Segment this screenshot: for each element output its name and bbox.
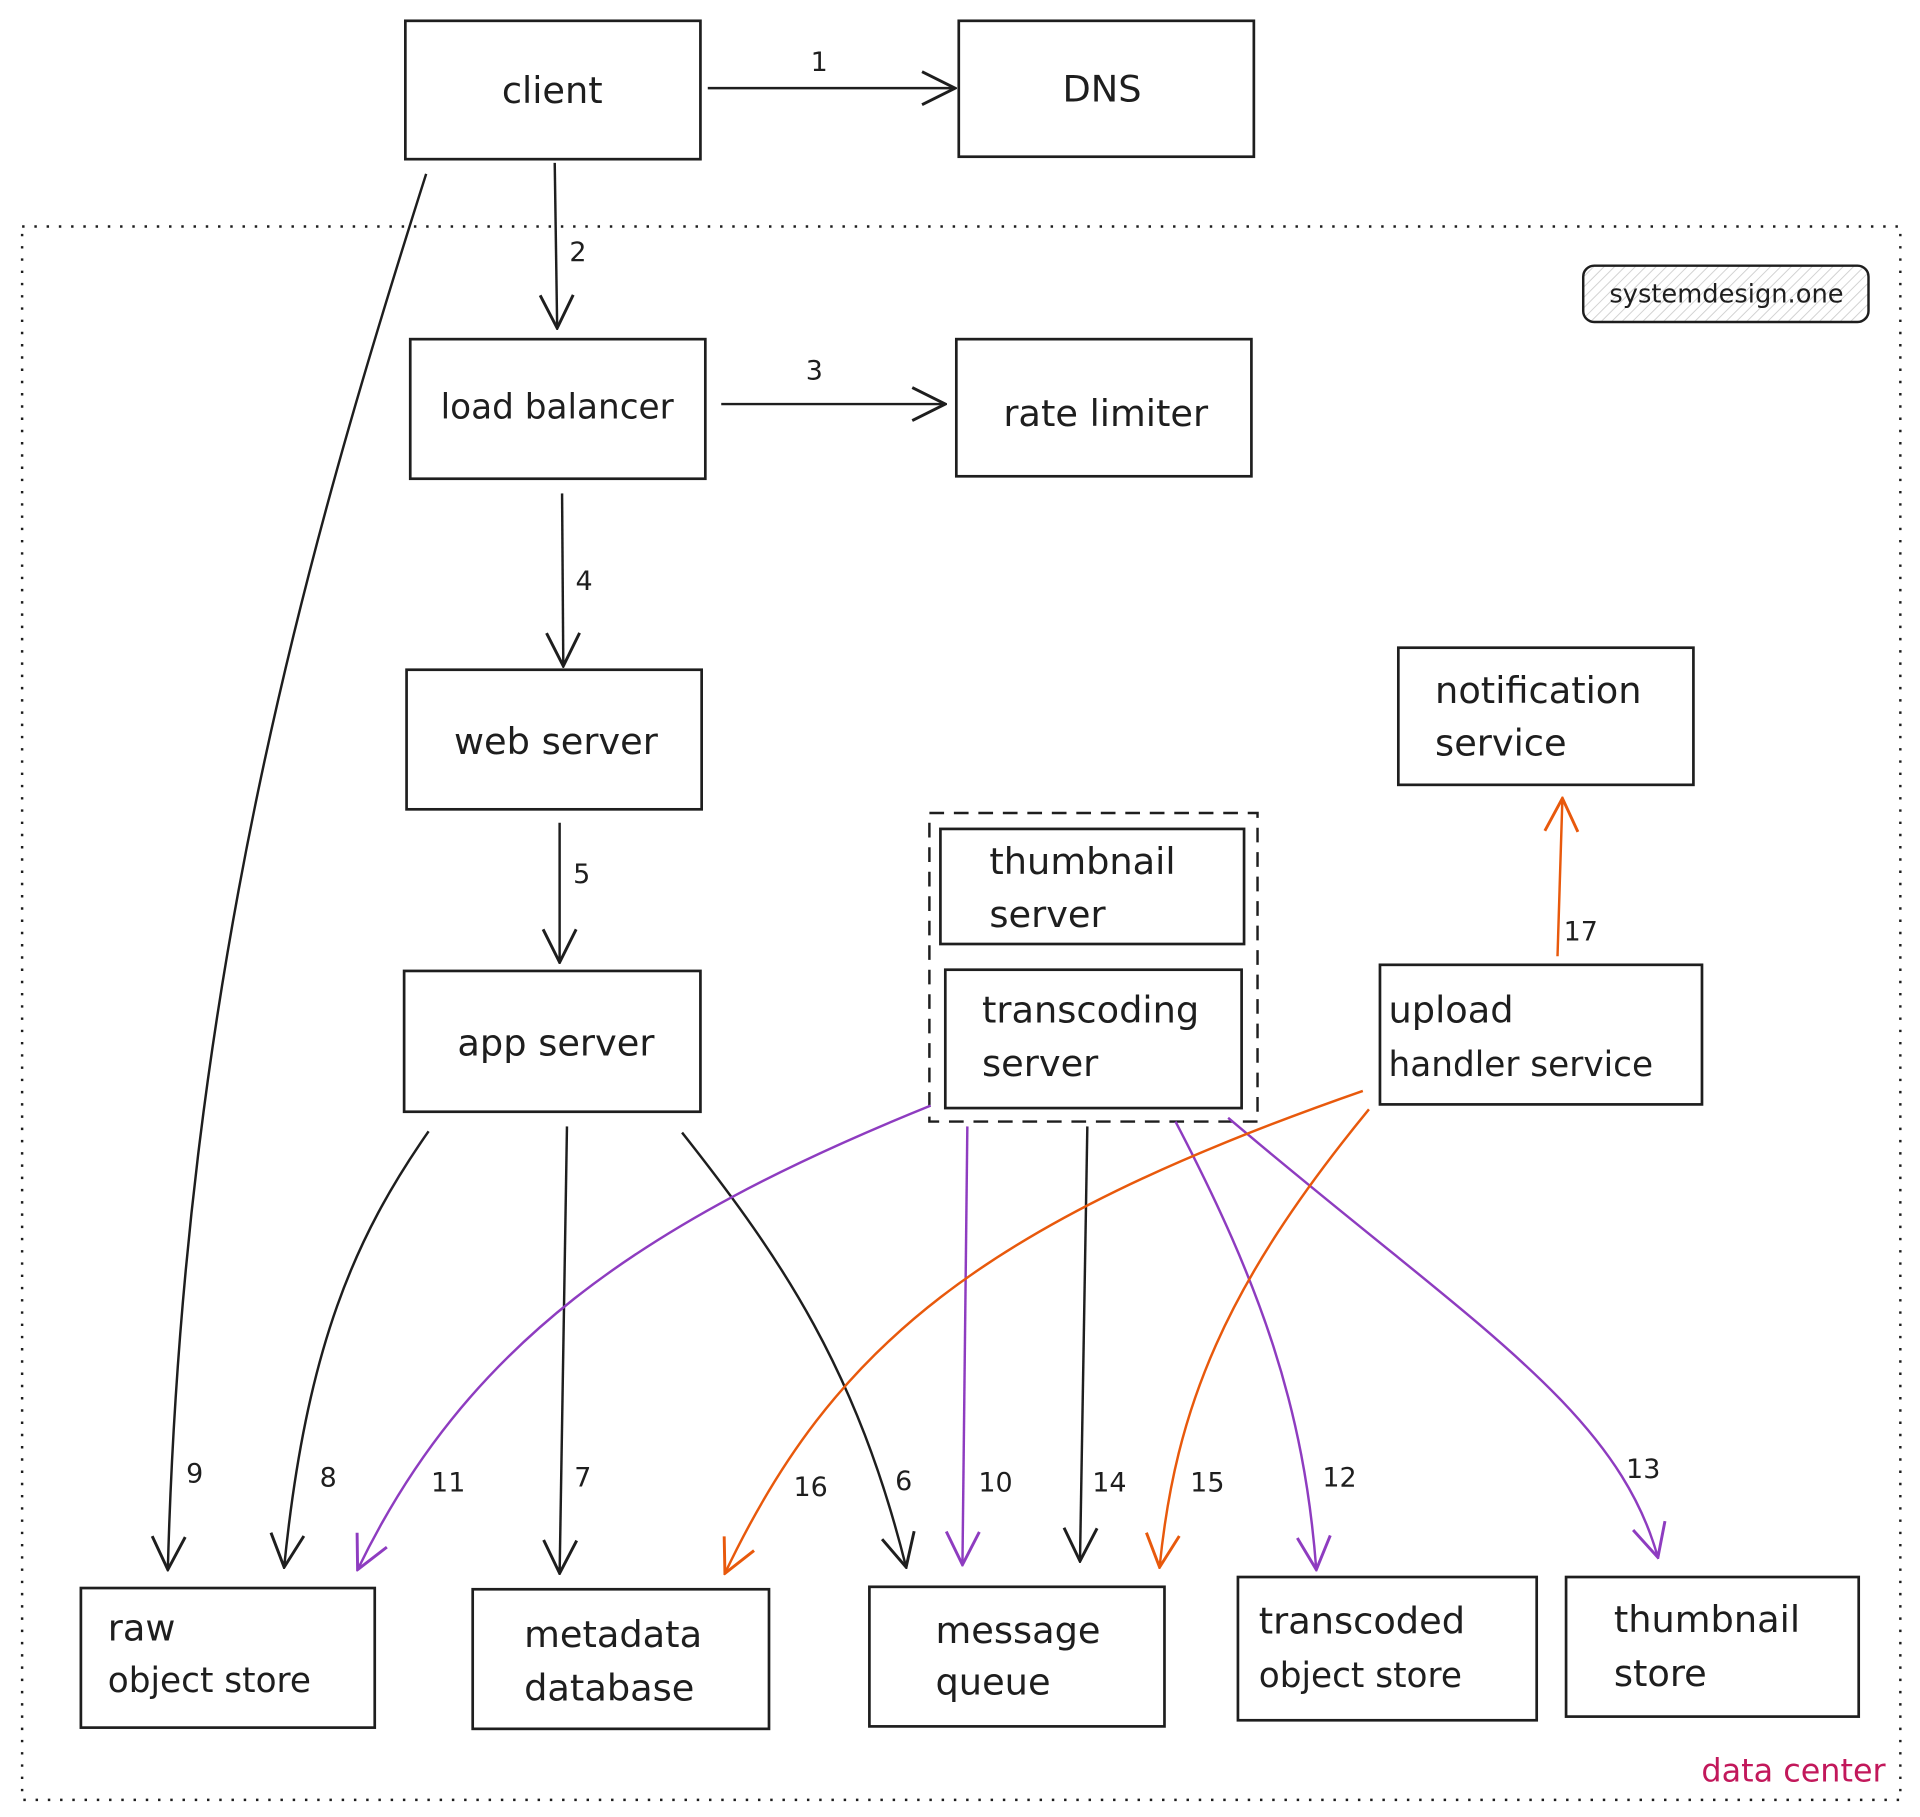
- edge-label-6: 6: [895, 1466, 912, 1497]
- node-label: load balancer: [441, 388, 675, 428]
- node-label: rate limiter: [1003, 392, 1209, 435]
- edge-8: [284, 1130, 430, 1567]
- edge-2: [555, 162, 557, 328]
- system-diagram: data center systemdesign.one 1 2 3 4 5 6…: [20, 19, 1902, 1802]
- node-thumbnail-server: thumbnail server: [939, 827, 1246, 946]
- node-label: message: [936, 1609, 1101, 1652]
- node-label: transcoding: [982, 988, 1199, 1031]
- badge-text: systemdesign.one: [1609, 279, 1843, 309]
- edge-label-1: 1: [811, 47, 828, 78]
- node-metadata-database: metadata database: [471, 1587, 771, 1731]
- node-label: service: [1435, 721, 1567, 764]
- edge-label-10: 10: [978, 1467, 1012, 1498]
- node-label: DNS: [1062, 68, 1141, 111]
- node-label: server: [989, 893, 1106, 936]
- node-notification-service: notification service: [1396, 646, 1695, 787]
- node-label: handler service: [1389, 1045, 1654, 1085]
- edge-label-4: 4: [576, 566, 593, 597]
- node-label: database: [524, 1667, 694, 1710]
- edge-4: [562, 493, 563, 666]
- edge-17: [1558, 798, 1563, 957]
- edge-label-7: 7: [574, 1462, 591, 1493]
- edge-9: [168, 173, 428, 1570]
- node-label: transcoded: [1259, 1599, 1465, 1642]
- edge-13: [1227, 1116, 1658, 1558]
- edge-10: [962, 1126, 967, 1564]
- node-label: app server: [457, 1021, 655, 1064]
- edge-12: [1174, 1120, 1316, 1570]
- node-client: client: [404, 19, 702, 161]
- node-app-server: app server: [402, 969, 702, 1114]
- edge-label-11: 11: [431, 1467, 465, 1498]
- node-dns: DNS: [957, 19, 1256, 159]
- edge-label-17: 17: [1564, 916, 1598, 947]
- node-label: object store: [1259, 1656, 1462, 1696]
- edge-15: [1160, 1108, 1370, 1567]
- node-label: thumbnail: [1614, 1598, 1800, 1641]
- edge-label-3: 3: [806, 356, 823, 387]
- edge-label-2: 2: [569, 237, 586, 268]
- edge-14: [1080, 1126, 1087, 1561]
- edge-label-5: 5: [573, 859, 590, 890]
- edge-label-14: 14: [1092, 1467, 1126, 1498]
- systemdesign-badge: systemdesign.one: [1581, 264, 1870, 324]
- edge-label-8: 8: [320, 1462, 337, 1493]
- node-label: queue: [936, 1661, 1051, 1704]
- node-transcoded-object-store: transcoded object store: [1236, 1575, 1539, 1722]
- node-thumbnail-store: thumbnail store: [1564, 1575, 1861, 1718]
- node-web-server: web server: [405, 668, 703, 811]
- node-label: store: [1614, 1652, 1707, 1695]
- node-label: raw: [108, 1607, 176, 1650]
- node-label: client: [502, 69, 603, 112]
- node-upload-handler-service: upload handler service: [1378, 963, 1704, 1106]
- edge-label-16: 16: [793, 1472, 827, 1503]
- edge-label-12: 12: [1322, 1462, 1356, 1493]
- data-center-label: data center: [1701, 1751, 1886, 1789]
- node-raw-object-store: raw object store: [79, 1586, 377, 1729]
- edge-7: [560, 1126, 567, 1573]
- node-label: thumbnail: [989, 840, 1175, 883]
- edge-label-15: 15: [1190, 1467, 1224, 1498]
- node-load-balancer: load balancer: [408, 337, 707, 481]
- node-transcoding-server: transcoding server: [943, 968, 1243, 1110]
- node-label: metadata: [524, 1613, 702, 1656]
- edge-label-9: 9: [186, 1459, 203, 1490]
- edges: [168, 88, 1658, 1573]
- node-message-queue: message queue: [868, 1585, 1166, 1728]
- node-label: notification: [1435, 669, 1642, 712]
- node-label: object store: [108, 1661, 311, 1701]
- edge-11: [358, 1104, 932, 1570]
- node-label: upload: [1389, 988, 1514, 1031]
- node-rate-limiter: rate limiter: [954, 337, 1253, 478]
- edge-label-13: 13: [1626, 1454, 1660, 1485]
- node-label: web server: [454, 720, 659, 763]
- node-label: server: [982, 1042, 1099, 1085]
